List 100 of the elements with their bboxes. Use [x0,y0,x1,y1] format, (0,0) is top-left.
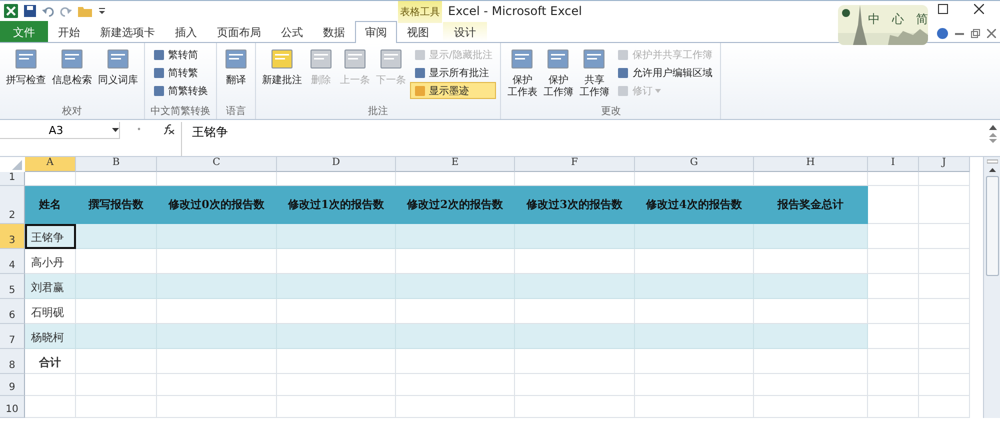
table-cell: 刘君赢 [25,274,76,299]
ribbon-tab[interactable]: 新建选项卡 [90,21,165,42]
undo-icon[interactable] [42,5,54,17]
close-icon[interactable] [974,4,984,14]
table-cell: 合计 [25,349,76,374]
file-tab[interactable]: 文件 [0,21,48,42]
insert-function-icon[interactable] [162,124,175,135]
active-cell: 王铭争 [25,224,76,249]
window-title: Excel - Microsoft Excel [447,3,583,20]
group-label: 中文简繁转换 [150,104,212,119]
column-header[interactable]: F [515,157,635,172]
row-header[interactable]: 6 [0,299,25,324]
ribbon-button[interactable]: 繁转简 [149,46,212,63]
group-label: 更改 [600,105,622,119]
ribbon-button[interactable]: 简转繁 [149,64,212,81]
ribbon-tab[interactable]: 数据 [313,21,355,42]
table-cell [25,374,76,396]
table-cell: 修改过1次的报告数 [277,186,396,224]
restore-icon[interactable] [971,29,980,38]
row-header[interactable]: 5 [0,274,25,299]
column-header[interactable]: D [277,157,396,172]
column-header[interactable]: I [868,157,919,172]
ime-label[interactable]: 简 [916,11,928,28]
row-header[interactable]: 7 [0,324,25,349]
row-header[interactable]: 1 [0,172,25,186]
table-cell: 修改过2次的报告数 [396,186,515,224]
table-cell [919,224,970,249]
table-cell: 杨晓柯 [25,324,76,349]
column-header[interactable]: G [635,157,754,172]
ribbon-tab[interactable]: 页面布局 [207,21,271,42]
scroll-up-icon[interactable] [988,168,996,172]
group-label: 语言 [225,104,247,119]
spreadsheet-logo-icon[interactable] [4,4,18,18]
table-cell [868,324,919,349]
row-header[interactable]: 4 [0,249,25,274]
row-header[interactable]: 8 [0,349,25,374]
table-cell [919,274,970,299]
column-header[interactable]: E [396,157,515,172]
row-header[interactable]: 2 [0,186,25,224]
table-cell [868,249,919,274]
table-cell [919,374,970,396]
formula-field[interactable]: 王铭争 [182,122,985,156]
ribbon-button[interactable]: 简繁转换 [149,82,212,99]
table-cell [919,186,970,224]
row-header[interactable]: 9 [0,374,25,396]
scroll-thumb[interactable] [986,176,998,276]
column-header[interactable]: A [25,157,76,172]
column-header[interactable]: C [157,157,277,172]
table-cell [868,299,919,324]
caret-icon [655,88,662,92]
ribbon-button[interactable]: 翻译 [221,45,251,104]
ribbon-tab[interactable]: 审阅 [355,21,397,43]
row-header[interactable]: 3 [0,224,25,249]
help-icon[interactable] [937,28,948,39]
table-cell: 姓名 [25,186,76,224]
ribbon-button[interactable]: 拼写检查 [4,45,48,104]
ribbon-button[interactable]: 允许用户编辑区域 [613,64,716,81]
ribbon-button[interactable]: 新建批注 [260,45,304,104]
table-cell: 撰写报告数 [76,186,157,224]
column-header[interactable]: H [754,157,868,172]
column-header[interactable]: J [919,157,970,172]
customize-menu-icon[interactable] [98,5,106,17]
collapse-arrow-icon[interactable] [988,125,996,130]
table-cell [919,324,970,349]
table-cell [868,186,919,224]
table-cell [919,299,970,324]
ribbon-button[interactable]: 保护 工作表 [505,45,540,104]
row-header[interactable]: 10 [0,396,25,418]
table-cell [868,274,919,299]
redo-icon[interactable] [60,5,72,17]
maximize-icon[interactable] [938,4,948,14]
table-cell [919,249,970,274]
ribbon-tab[interactable]: 开始 [48,21,90,42]
table-cell [868,349,919,374]
ribbon-button[interactable]: 显示所有批注 [410,64,496,81]
ime-label[interactable]: 中 [868,11,880,28]
name-box[interactable]: A3 [0,122,120,139]
ribbon-button[interactable]: 显示墨迹 [410,82,496,99]
table-cell [25,396,76,418]
contextual-tab-group: 表格工具 [398,1,442,23]
ribbon-tab[interactable]: 公式 [271,21,313,42]
vertical-scrollbar[interactable] [983,157,1000,418]
ribbon-button[interactable]: 同义词库 [96,45,140,104]
ribbon-tab[interactable]: 设计 [443,21,487,42]
split-handle-icon[interactable] [986,159,998,164]
save-icon[interactable] [24,5,36,17]
table-cell [919,396,970,418]
ribbon-button[interactable]: 共享 工作簿 [577,45,612,104]
dropdown-arrow-icon[interactable] [112,128,119,132]
ribbon-button[interactable]: 保护 工作簿 [541,45,576,104]
table-cell: 修改过0次的报告数 [157,186,277,224]
ribbon-tab[interactable]: 插入 [165,21,207,42]
table-cell [919,349,970,374]
table-cell: 报告奖金总计 [754,186,868,224]
ribbon-button[interactable]: 信息检索 [50,45,94,104]
ime-label[interactable]: 心 [892,11,904,28]
ribbon-tab[interactable]: 视图 [397,21,439,42]
table-cell [868,374,919,396]
group-label: 批注 [367,104,390,119]
column-header[interactable]: B [76,157,157,172]
